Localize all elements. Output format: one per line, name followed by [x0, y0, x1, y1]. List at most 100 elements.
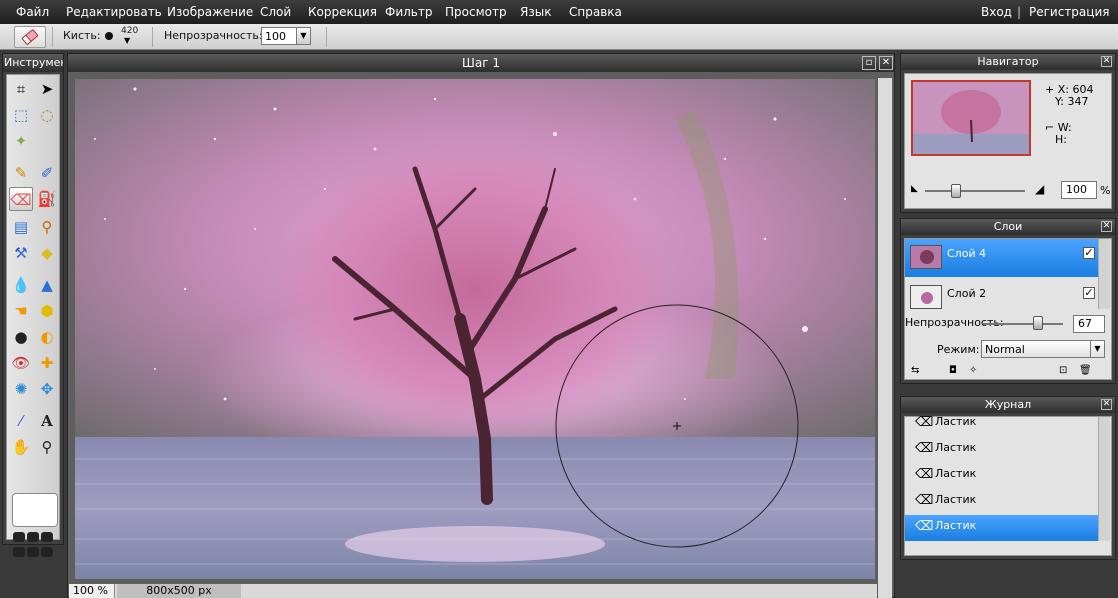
pencil-tool-icon[interactable]: ✎: [9, 161, 33, 185]
red-eye-tool-icon[interactable]: 👁: [9, 351, 33, 375]
layer-thumbnail: [910, 285, 942, 309]
zoom-slider[interactable]: [925, 190, 1025, 192]
tools-panel-title: Инструменты: [3, 54, 63, 72]
image-canvas[interactable]: [75, 79, 875, 579]
menu-edit[interactable]: Редактировать: [66, 0, 162, 24]
brush-size[interactable]: 420: [121, 26, 138, 36]
tools-grid: ⌗ ➤ ⬚ ◌ ✦ ✎ ✐ ⌫ ⛽ ▤ ⚲ ⚒ ◆ 💧 ▲ ☚ ⬢ ● ◐ 👁 …: [6, 74, 60, 557]
layers-title: Слои: [993, 220, 1023, 233]
maximize-icon[interactable]: ▫: [862, 56, 876, 70]
opacity-value: 100: [265, 30, 286, 43]
close-icon[interactable]: ✕: [879, 56, 893, 70]
blur-tool-icon[interactable]: 💧: [9, 273, 33, 297]
layer-opacity-input[interactable]: 67: [1073, 315, 1105, 333]
pinch-tool-icon[interactable]: ✥: [35, 377, 59, 401]
paint-bucket-tool-icon[interactable]: ⛽: [35, 187, 59, 211]
chevron-down-icon[interactable]: ▼: [1090, 341, 1104, 357]
menu-layer[interactable]: Слой: [260, 0, 291, 24]
eraser-icon: ⌫: [915, 493, 934, 508]
menu-file[interactable]: Файл: [16, 0, 49, 24]
navigator-body: + X: 604 Y: 347 ⌐ W: H: ◣ ◢ 100 %: [904, 73, 1112, 209]
menu-adjustments[interactable]: Коррекция: [308, 0, 377, 24]
layers-panel: Слои ✕ Слой 4 ✓ Слой 2 ✓ Непрозрачность: …: [900, 218, 1116, 384]
delete-layer-icon[interactable]: 🗑: [1079, 365, 1092, 376]
layer-style-icon[interactable]: ✧: [969, 365, 977, 376]
menu-language[interactable]: Язык: [520, 0, 551, 24]
zoom-unit: %: [1100, 184, 1111, 197]
lasso-tool-icon[interactable]: ◌: [35, 103, 59, 127]
menu-image[interactable]: Изображение: [167, 0, 253, 24]
history-item[interactable]: ⌫ Ластик: [905, 437, 1101, 463]
crop-tool-icon[interactable]: ⌗: [9, 77, 33, 101]
bloat-tool-icon[interactable]: ✺: [9, 377, 33, 401]
layer-settings-icon[interactable]: ⇆: [911, 365, 919, 376]
close-icon[interactable]: ✕: [1101, 399, 1112, 410]
menu-filter[interactable]: Фильтр: [385, 0, 432, 24]
marquee-tool-icon[interactable]: ⬚: [9, 103, 33, 127]
layer-visibility-checkbox[interactable]: ✓: [1083, 287, 1095, 299]
blend-mode-value: Normal: [985, 343, 1025, 356]
spot-heal-tool-icon[interactable]: ✚: [35, 351, 59, 375]
layers-body: Слой 4 ✓ Слой 2 ✓ Непрозрачность: 67 Реж…: [904, 238, 1112, 380]
history-item[interactable]: ⌫ Ластик: [905, 489, 1101, 515]
layer-name[interactable]: Слой 4: [947, 239, 986, 269]
layer-opacity-slider[interactable]: [983, 323, 1063, 325]
shape-tool-icon[interactable]: ◆: [35, 241, 59, 265]
type-tool-icon[interactable]: A: [35, 409, 59, 433]
h-label: H:: [1055, 133, 1067, 146]
zoom-slider-knob[interactable]: [951, 184, 961, 198]
burn-tool-icon[interactable]: ●: [9, 325, 33, 349]
history-item[interactable]: ⌫ Ластик: [905, 463, 1101, 489]
brush-tool-icon[interactable]: ✐: [35, 161, 59, 185]
zoom-tool-icon[interactable]: ⚲: [35, 435, 59, 459]
zoom-in-icon[interactable]: ◢: [1035, 182, 1044, 196]
register-link[interactable]: Регистрация: [1029, 0, 1109, 24]
clone-stamp-tool-icon[interactable]: ⚲: [35, 215, 59, 239]
eraser-tool-icon[interactable]: ⌫: [9, 187, 33, 211]
menu-separator: |: [1017, 5, 1022, 19]
history-scrollbar[interactable]: [1098, 417, 1110, 541]
zoom-level[interactable]: 100 %: [69, 584, 115, 598]
move-tool-icon[interactable]: ➤: [35, 77, 59, 101]
color-replace-tool-icon[interactable]: ⚒: [9, 241, 33, 265]
layer-row[interactable]: Слой 4 ✓: [905, 239, 1101, 277]
image-size: 800x500 px: [117, 584, 241, 598]
gradient-tool-icon[interactable]: ▤: [9, 215, 33, 239]
layers-scrollbar[interactable]: [1098, 239, 1110, 309]
login-link[interactable]: Вход: [981, 0, 1012, 24]
layer-row[interactable]: Слой 2 ✓: [905, 279, 1101, 317]
current-tool-eraser-icon[interactable]: [14, 26, 46, 48]
y-label: Y:: [1055, 95, 1064, 108]
document-scrollbar[interactable]: [878, 78, 892, 598]
chevron-down-icon[interactable]: ▼: [296, 28, 310, 44]
menu-view[interactable]: Просмотр: [445, 0, 507, 24]
menu-help[interactable]: Справка: [569, 0, 622, 24]
color-swatch[interactable]: [12, 493, 58, 527]
navigator-zoom-input[interactable]: 100: [1061, 181, 1097, 199]
new-layer-icon[interactable]: ⊡: [1059, 365, 1067, 376]
brush-preview-icon[interactable]: [105, 32, 113, 40]
brush-dropdown-icon[interactable]: ▼: [124, 36, 130, 45]
navigator-thumbnail[interactable]: [911, 80, 1031, 156]
opacity-select[interactable]: 100 ▼: [261, 27, 311, 45]
layer-opacity-knob[interactable]: [1033, 316, 1043, 330]
blend-mode-select[interactable]: Normal ▼: [981, 340, 1105, 358]
extra-tools-grid[interactable]: [12, 531, 59, 561]
hand-tool-icon[interactable]: ✋: [9, 435, 33, 459]
sharpen-tool-icon[interactable]: ▲: [35, 273, 59, 297]
layer-name[interactable]: Слой 2: [947, 279, 986, 309]
color-picker-tool-icon[interactable]: ⁄: [9, 409, 33, 433]
dodge-tool-icon[interactable]: ◐: [35, 325, 59, 349]
layer-visibility-checkbox[interactable]: ✓: [1083, 247, 1095, 259]
smudge-tool-icon[interactable]: ☚: [9, 299, 33, 323]
layer-mask-icon[interactable]: ◘: [949, 365, 957, 376]
history-item[interactable]: ⌫ Ластик: [905, 515, 1101, 541]
crosshair-icon: +: [1045, 83, 1055, 96]
zoom-out-icon[interactable]: ◣: [911, 184, 918, 194]
history-item[interactable]: ⌫ Ластик: [905, 411, 1101, 437]
close-icon[interactable]: ✕: [1101, 221, 1112, 232]
magic-wand-tool-icon[interactable]: ✦: [9, 129, 33, 153]
sponge-tool-icon[interactable]: ⬢: [35, 299, 59, 323]
navigator-title: Навигатор: [977, 55, 1039, 68]
close-icon[interactable]: ✕: [1101, 56, 1112, 67]
